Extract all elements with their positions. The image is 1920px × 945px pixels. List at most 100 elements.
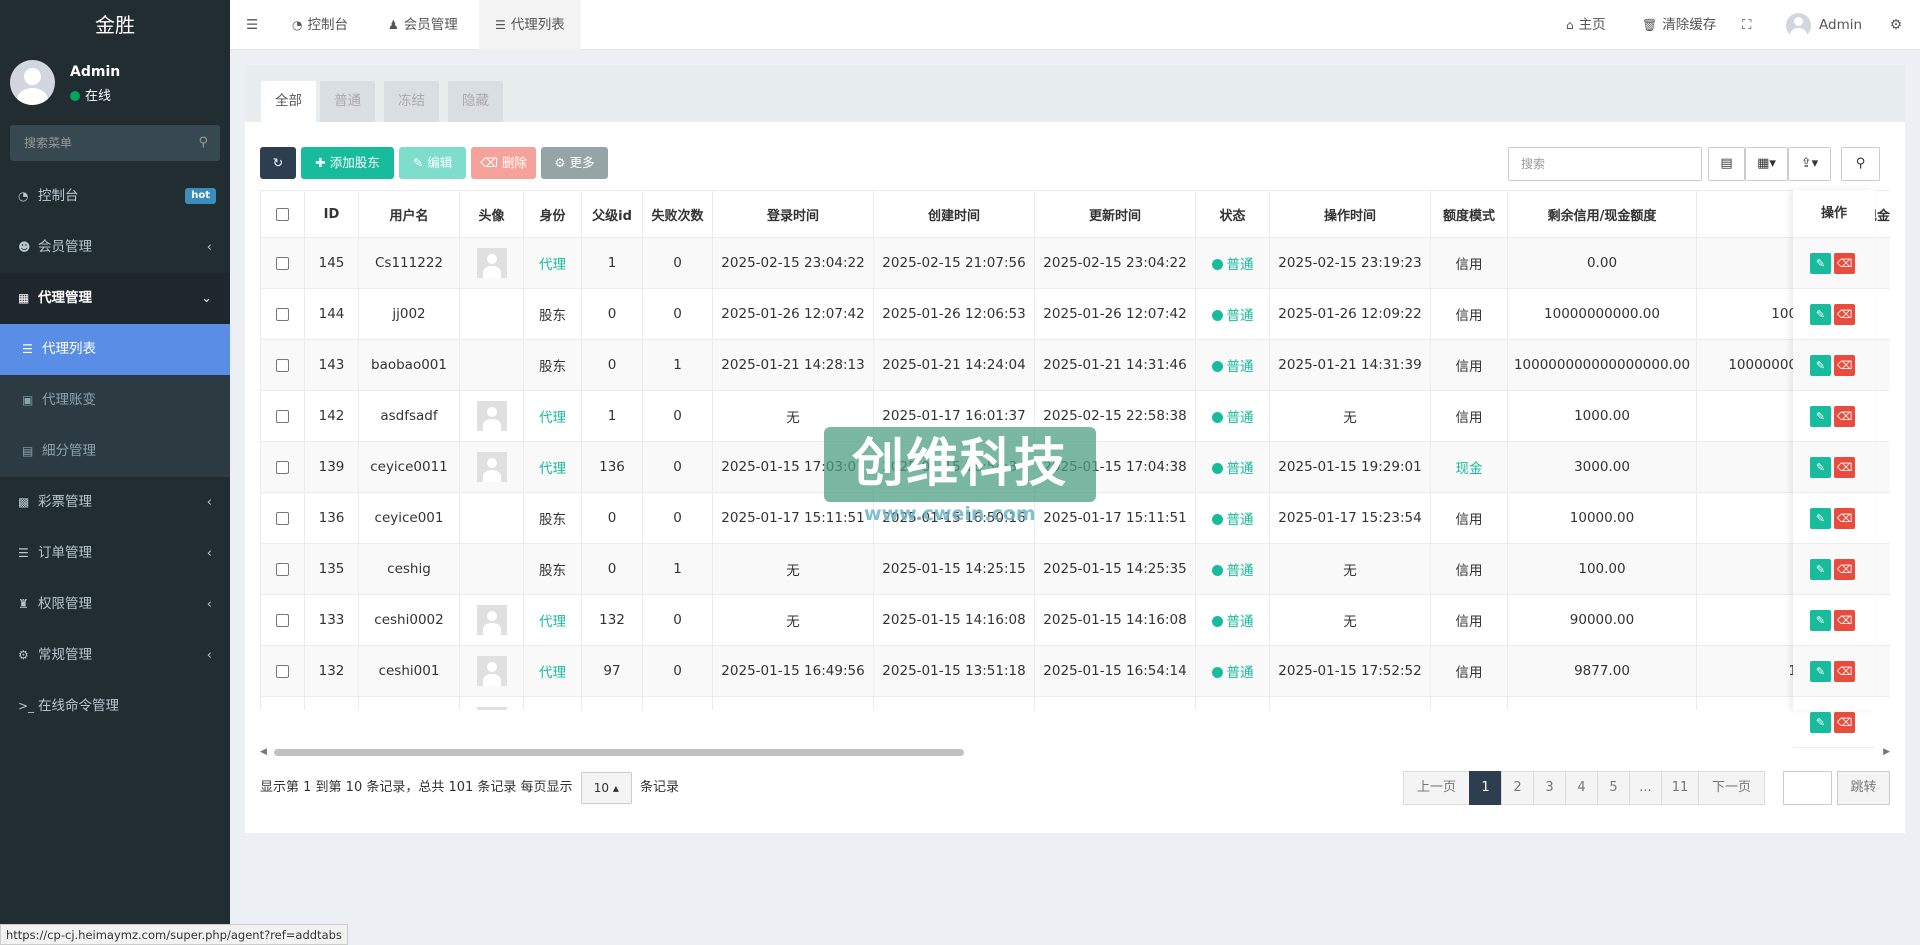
sidebar-item-detail[interactable]: ▤ 細分管理 [0,426,230,477]
tab-all[interactable]: 全部 [261,81,316,122]
edit-row-button[interactable]: ✎ [1810,712,1831,733]
scrollbar-thumb[interactable] [274,749,964,756]
edit-row-button[interactable]: ✎ [1810,610,1831,631]
edit-row-button[interactable]: ✎ [1810,406,1831,427]
row-checkbox[interactable] [260,696,305,710]
delete-row-button[interactable]: ⌫ [1834,406,1855,427]
sidebar-item-agents[interactable]: ▦ 代理管理 ⌄ [0,273,230,324]
sidebar-item-permissions[interactable]: ♜ 权限管理 ‹ [0,579,230,630]
edit-row-button[interactable]: ✎ [1810,508,1831,529]
scroll-left-icon[interactable]: ◀ [260,747,267,757]
delete-row-button[interactable]: ⌫ [1834,355,1855,376]
clear-cache-button[interactable]: 🗑 清除缓存 [1642,0,1716,50]
sidebar-item-general[interactable]: ⚙ 常规管理 ‹ [0,630,230,681]
home-link[interactable]: ⌂ 主页 [1566,0,1606,50]
col-username[interactable]: 用户名 [358,190,460,238]
search-button[interactable]: ⚲ [1841,147,1880,181]
avatar-image[interactable] [476,656,507,686]
select-all-checkbox[interactable] [260,190,305,238]
delete-row-button[interactable]: ⌫ [1834,661,1855,682]
avatar-image[interactable] [476,605,507,635]
jump-page-input[interactable] [1783,771,1832,805]
sidebar-item-members[interactable]: ☻ 会员管理 ‹ [0,222,230,273]
table-row[interactable]: 132 ceshi001 代理 97 0 2025-01-15 16:49:56 2025-… [260,645,1890,697]
tab-frozen[interactable]: 冻结 [384,81,439,122]
tab-agent-list[interactable]: ☰ 代理列表 [479,0,581,50]
edit-row-button[interactable]: ✎ [1810,304,1831,325]
columns-button[interactable]: ▦▾ [1745,147,1788,181]
col-login-time[interactable]: 登录时间 [712,190,874,238]
jump-button[interactable]: 跳转 [1837,771,1890,805]
table-row[interactable]: 129dsaf代理980无2025-01-15 13:44:232025-01-… [260,696,1890,710]
avatar-image[interactable] [476,707,507,710]
sidebar-item-agent-list[interactable]: ☰ 代理列表 [0,324,230,375]
next-page-button[interactable]: 下一页 [1698,771,1765,805]
sidebar-item-agent-balance[interactable]: ▣ 代理账变 [0,375,230,426]
sidebar-search-input[interactable] [10,125,220,161]
page-button[interactable]: 4 [1565,771,1598,805]
brand-logo[interactable]: 金胜 [0,0,230,50]
delete-row-button[interactable]: ⌫ [1834,508,1855,529]
more-button[interactable]: ⚙ 更多 [541,147,608,179]
scroll-right-icon[interactable]: ▶ [1883,747,1890,757]
refresh-button[interactable]: ↻ [260,147,296,179]
fullscreen-icon[interactable]: ⛶ [1742,0,1751,50]
avatar-image[interactable] [476,401,507,431]
prev-page-button[interactable]: 上一页 [1403,771,1470,805]
col-op-time[interactable]: 操作时间 [1269,190,1431,238]
sidebar-item-lottery[interactable]: ▩ 彩票管理 ‹ [0,477,230,528]
row-checkbox[interactable] [260,288,305,340]
col-updated-time[interactable]: 更新时间 [1034,190,1196,238]
search-icon[interactable]: ⚲ [198,135,208,150]
export-button[interactable]: ⇪▾ [1788,147,1831,181]
sidebar-toggle-icon[interactable]: ☰ [246,0,258,50]
delete-row-button[interactable]: ⌫ [1834,253,1855,274]
avatar-image[interactable] [476,452,507,482]
delete-row-button[interactable]: ⌫ [1834,304,1855,325]
edit-row-button[interactable]: ✎ [1810,253,1831,274]
toggle-view-button[interactable]: ▤ [1708,147,1745,181]
admin-menu[interactable]: Admin [1786,0,1862,50]
tab-dashboard[interactable]: ◔ 控制台 [292,0,348,50]
table-row[interactable]: 144 jj002 股东 0 0 2025-01-26 12:07:42 2025-01-2… [260,288,1890,340]
edit-row-button[interactable]: ✎ [1810,355,1831,376]
add-shareholder-button[interactable]: ✚ 添加股东 [301,147,394,179]
edit-row-button[interactable]: ✎ [1810,661,1831,682]
col-parent-id[interactable]: 父级id [581,190,643,238]
delete-row-button[interactable]: ⌫ [1834,457,1855,478]
tab-members[interactable]: ♟ 会员管理 [388,0,458,50]
row-checkbox[interactable] [260,339,305,391]
row-checkbox[interactable] [260,594,305,646]
sidebar-item-dashboard[interactable]: ◔ 控制台 hot [0,171,230,222]
table-row[interactable]: 143 baobao001 股东 0 1 2025-01-21 14:28:13 2025-… [260,339,1890,391]
row-checkbox[interactable] [260,492,305,544]
page-button[interactable]: 11 [1661,771,1699,805]
row-checkbox[interactable] [260,390,305,442]
tab-normal[interactable]: 普通 [320,81,375,122]
edit-row-button[interactable]: ✎ [1810,559,1831,580]
horizontal-scrollbar[interactable]: ◀ ▶ [260,746,1890,758]
sidebar-item-orders[interactable]: ☰ 订单管理 ‹ [0,528,230,579]
page-button[interactable]: 5 [1597,771,1630,805]
page-button[interactable]: 1 [1469,771,1502,805]
table-row[interactable]: 135 ceshig 股东 0 1 无 2025-01-15 14:25:15 2025-01… [260,543,1890,595]
page-button[interactable]: 3 [1533,771,1566,805]
page-size-select[interactable]: 10 ▴ [580,771,632,804]
row-checkbox[interactable] [260,441,305,493]
row-checkbox[interactable] [260,645,305,697]
page-button[interactable]: 2 [1501,771,1534,805]
edit-button[interactable]: ✎ 编辑 [399,147,466,179]
tab-hidden[interactable]: 隐藏 [448,81,503,122]
row-checkbox[interactable] [260,237,305,289]
col-fail-count[interactable]: 失败次数 [642,190,713,238]
settings-icon[interactable]: ⚙ [1890,0,1902,50]
row-checkbox[interactable] [260,543,305,595]
col-created-time[interactable]: 创建时间 [873,190,1035,238]
delete-row-button[interactable]: ⌫ [1834,610,1855,631]
table-row[interactable]: 145 Cs111222 代理 1 0 2025-02-15 23:04:22 2025-0… [260,237,1890,289]
delete-row-button[interactable]: ⌫ [1834,712,1855,733]
col-id[interactable]: ID [304,190,359,238]
table-search-input[interactable] [1508,147,1702,181]
avatar-image[interactable] [476,248,507,278]
table-row[interactable]: 133 ceshi0002 代理 132 0 无 2025-01-15 14:16:08 20… [260,594,1890,646]
